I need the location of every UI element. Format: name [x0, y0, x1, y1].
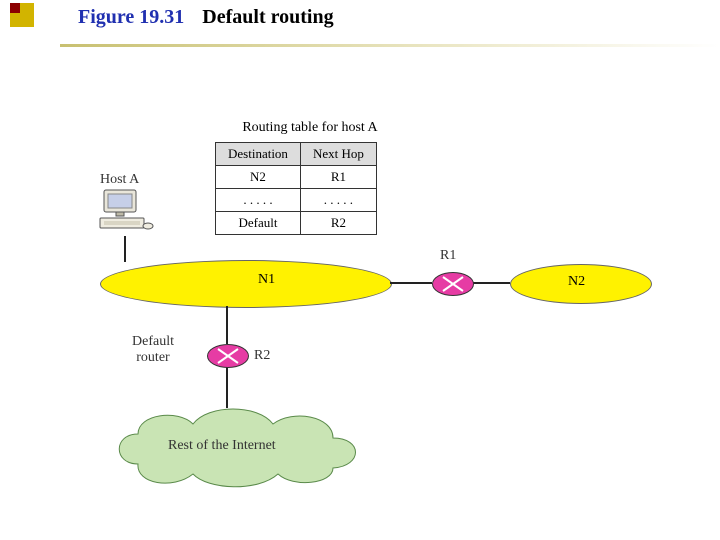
table-row: Default R2: [216, 212, 377, 235]
cell-hop: R1: [300, 166, 376, 189]
table-row: N2 R1: [216, 166, 377, 189]
cell-dest: Default: [216, 212, 301, 235]
router-r2-label: R2: [254, 348, 270, 364]
table-header-row: Destination Next Hop: [216, 143, 377, 166]
cell-dest: . . . . .: [216, 189, 301, 212]
link-r2-cloud: [226, 366, 228, 408]
cell-hop: . . . . .: [300, 189, 376, 212]
figure-number: Figure 19.31: [78, 6, 184, 28]
router-r1-label: R1: [440, 248, 456, 264]
table-row: . . . . . . . . . .: [216, 189, 377, 212]
network-n1: [100, 260, 392, 308]
cloud-label: Rest of the Internet: [168, 438, 276, 454]
network-n2-label: N2: [568, 274, 585, 290]
cell-dest: N2: [216, 166, 301, 189]
routing-table-caption: Routing table for host A: [215, 120, 405, 136]
diagram-stage: Routing table for host A Destination Nex…: [0, 60, 720, 540]
link-host-n1: [124, 236, 126, 262]
link-n1-r2: [226, 306, 228, 344]
router-r2-icon: [207, 344, 249, 368]
link-r1-n2: [472, 282, 510, 284]
desktop-computer-icon: [98, 188, 154, 238]
figure-title: Default routing: [202, 6, 333, 28]
router-r1-icon: [432, 272, 474, 296]
default-router-label: Default router: [132, 334, 174, 366]
title-underline: [60, 44, 720, 47]
figure-title-row: Figure 19.31 Default routing: [10, 6, 720, 32]
link-n1-r1: [390, 282, 432, 284]
cell-hop: R2: [300, 212, 376, 235]
col-next-hop: Next Hop: [300, 143, 376, 166]
routing-table: Destination Next Hop N2 R1 . . . . . . .…: [215, 142, 377, 235]
network-n1-label: N1: [258, 272, 275, 288]
slide-bullet-icon: [10, 3, 36, 29]
col-destination: Destination: [216, 143, 301, 166]
host-a-label: Host A: [100, 172, 139, 188]
